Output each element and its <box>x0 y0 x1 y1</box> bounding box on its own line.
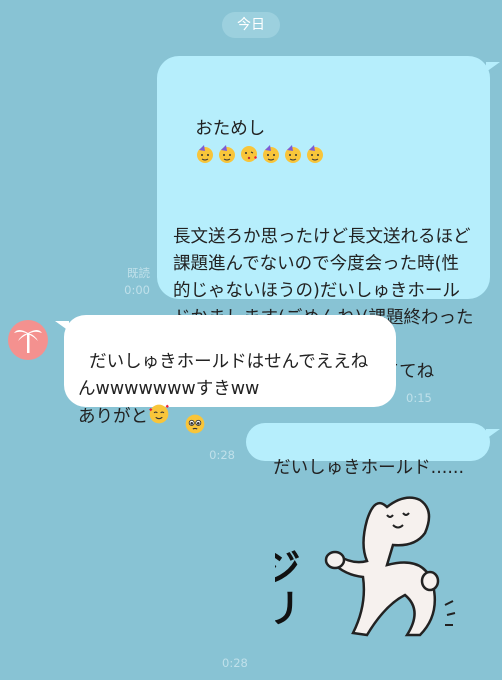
sent-message-bubble[interactable]: だいしゅきホールド...... <box>246 423 490 478</box>
message-time: 0:28 <box>209 448 235 462</box>
read-receipt: 既読 <box>127 266 150 280</box>
partying-face-emoji <box>307 145 324 163</box>
received-message-bubble[interactable]: だいしゅきホールドはせんでええねんwwwwwwwすきww ありがと <box>64 315 396 427</box>
kissing-heart-emoji <box>241 146 258 162</box>
sticker-text: ジリ… <box>275 547 300 650</box>
message-text: だいしゅきホールド...... <box>273 458 465 478</box>
cat-illustration <box>324 496 456 637</box>
partying-face-emoji <box>219 145 236 163</box>
cat-sticker[interactable]: ジリ… <box>275 485 480 650</box>
bubble-tail <box>486 62 500 72</box>
partying-face-emoji <box>285 145 302 163</box>
partying-face-emoji <box>197 145 214 163</box>
partying-face-emoji <box>263 145 280 163</box>
message-time: 0:15 <box>406 391 432 405</box>
date-chip: 今日 <box>222 12 280 38</box>
smiling-hearts-emoji <box>149 404 169 424</box>
pleading-face-emoji <box>185 414 205 434</box>
bubble-tail <box>55 321 69 331</box>
avatar[interactable] <box>8 320 48 360</box>
palm-tree-icon <box>14 330 42 353</box>
message-time: 0:00 <box>124 283 150 297</box>
bubble-tail <box>486 429 500 439</box>
sent-message-bubble[interactable]: おためし 長文送ろか思ったけど長文送れるほど課題進んでないので今度会った時(性的… <box>157 56 490 434</box>
message-time: 0:28 <box>222 656 248 670</box>
message-first-line: おためし <box>173 119 327 193</box>
